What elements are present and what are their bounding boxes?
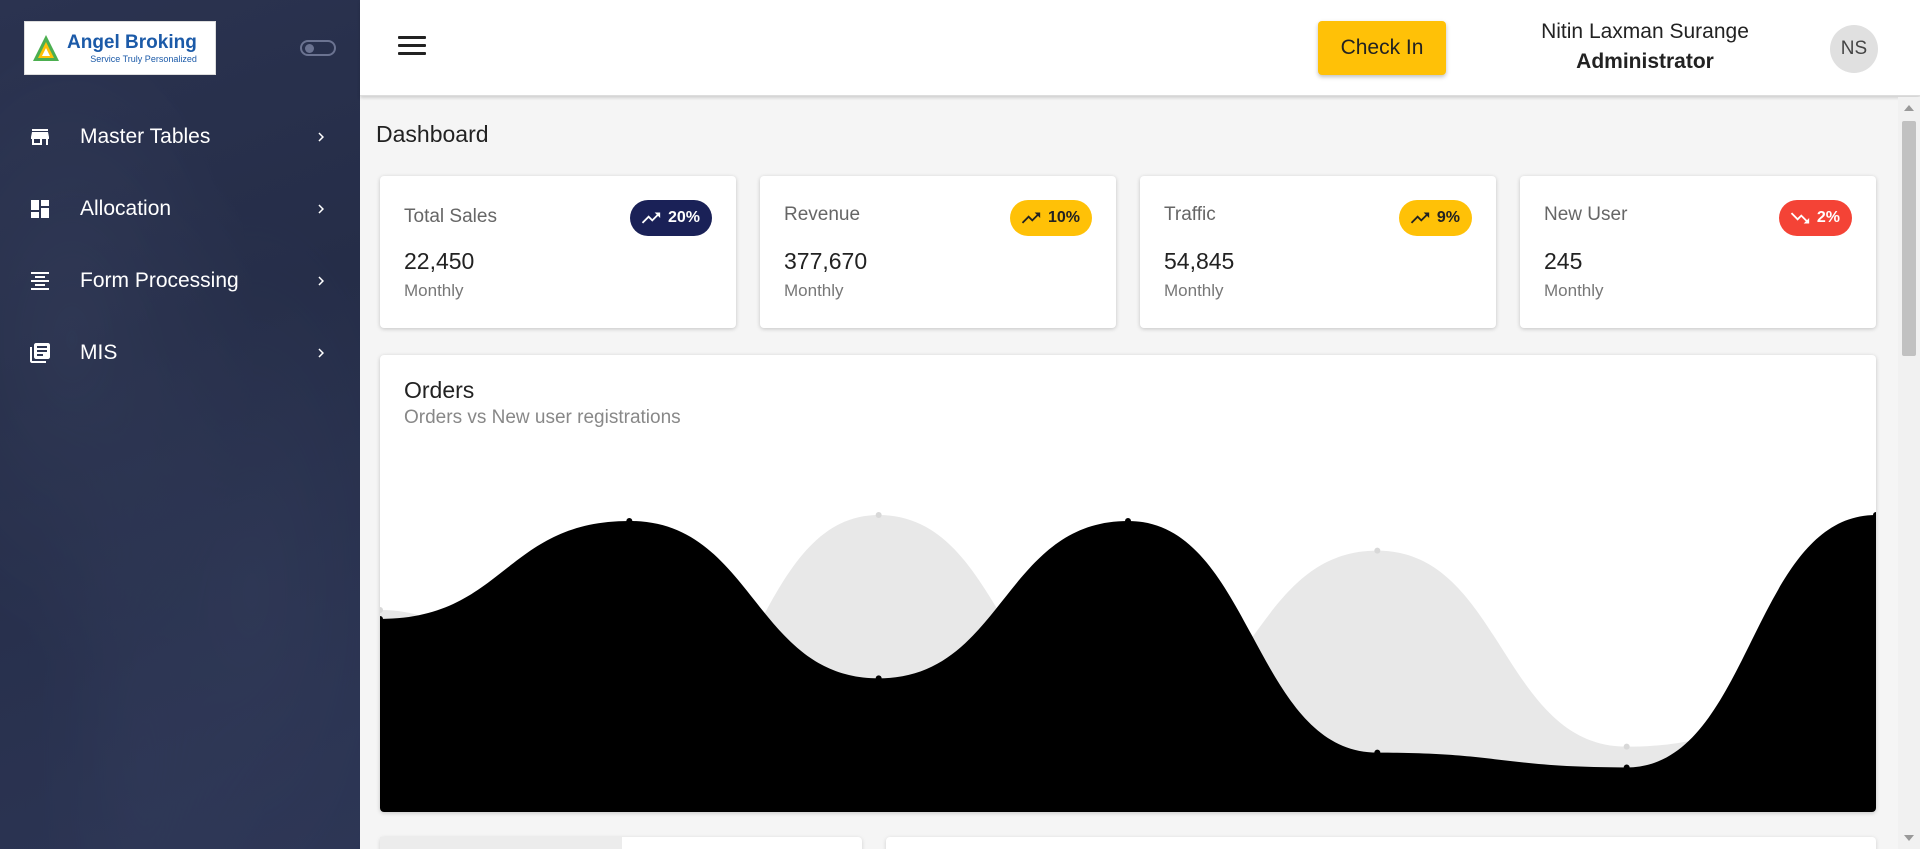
user-info: Nitin Laxman Surange Administrator xyxy=(1530,20,1760,74)
brand-tagline: Service Truly Personalized xyxy=(90,53,197,64)
stat-value: 377,670 xyxy=(784,248,868,274)
stat-period: Monthly xyxy=(404,281,464,300)
trending-down-icon xyxy=(1790,212,1810,224)
brand-logo[interactable]: Angel Broking Service Truly Personalized xyxy=(24,21,216,75)
bottom-card-left xyxy=(380,837,862,849)
scroll-down-arrow[interactable] xyxy=(1904,835,1914,841)
avatar[interactable]: NS xyxy=(1830,25,1878,73)
top-header: Check In Nitin Laxman Surange Administra… xyxy=(360,0,1920,96)
status-badge: 2% xyxy=(1778,200,1852,236)
main-content: Dashboard Total Sales 22,450 Monthly 20%… xyxy=(360,97,1900,849)
menu-icon[interactable] xyxy=(398,36,426,60)
tab-active[interactable] xyxy=(380,837,622,849)
sidebar-nav: Master Tables Allocation Form Processing xyxy=(0,101,360,389)
toggle-knob xyxy=(305,44,314,53)
store-icon xyxy=(31,129,49,145)
chart-series-1-point-2[interactable] xyxy=(875,512,882,518)
user-role: Administrator xyxy=(1576,50,1714,73)
align-center-icon xyxy=(31,272,49,290)
page-title: Dashboard xyxy=(376,121,489,147)
library-books-icon xyxy=(30,343,50,363)
chart-series-0-point-3[interactable] xyxy=(1125,517,1131,524)
stat-card-traffic: Traffic 54,845 Monthly 9% xyxy=(1140,176,1496,328)
sidebar-item-form-processing[interactable]: Form Processing xyxy=(0,245,360,317)
brand-name: Angel Broking xyxy=(67,31,197,53)
stat-card-total-sales: Total Sales 22,450 Monthly 20% xyxy=(380,176,736,328)
check-in-button[interactable]: Check In xyxy=(1318,21,1446,75)
trending-up-icon xyxy=(1021,212,1041,224)
angel-logo-icon xyxy=(31,33,61,63)
sidebar-item-mis[interactable]: MIS xyxy=(0,317,360,389)
stat-title: Revenue xyxy=(784,204,861,225)
badge-label: 2% xyxy=(1816,209,1840,226)
stat-title: Traffic xyxy=(1164,204,1216,225)
chevron-right-icon xyxy=(318,132,324,142)
sidebar-item-label: Allocation xyxy=(80,197,172,220)
stat-period: Monthly xyxy=(1544,281,1604,300)
status-badge: 10% xyxy=(1009,200,1092,236)
page-scrollbar[interactable] xyxy=(1898,97,1920,849)
status-badge: 20% xyxy=(629,200,712,236)
stat-value: 22,450 xyxy=(404,248,475,274)
theme-toggle[interactable] xyxy=(300,40,336,56)
stat-period: Monthly xyxy=(784,281,844,300)
stat-title: New User xyxy=(1544,204,1628,225)
sidebar: Angel Broking Service Truly Personalized… xyxy=(0,0,360,849)
orders-chart-card: Orders Orders vs New user registrations xyxy=(380,355,1876,812)
badge-label: 9% xyxy=(1436,209,1460,226)
sidebar-item-label: Master Tables xyxy=(80,125,211,148)
chart-series-1-point-4[interactable] xyxy=(1374,547,1381,554)
stat-card-revenue: Revenue 377,670 Monthly 10% xyxy=(760,176,1116,328)
badge-label: 10% xyxy=(1047,209,1080,226)
dashboard-icon xyxy=(31,200,49,218)
chevron-right-icon xyxy=(318,204,324,214)
chart-series-0-point-5[interactable] xyxy=(1623,764,1630,771)
stat-period: Monthly xyxy=(1164,281,1224,300)
scroll-thumb[interactable] xyxy=(1902,121,1916,356)
status-badge: 9% xyxy=(1398,200,1472,236)
chart-series-0-area xyxy=(380,515,1876,812)
stat-value: 245 xyxy=(1544,248,1583,274)
chevron-right-icon xyxy=(318,276,324,286)
stat-value: 54,845 xyxy=(1164,248,1235,274)
chart-subtitle: Orders vs New user registrations xyxy=(404,407,681,428)
chart-title: Orders xyxy=(404,377,475,403)
bottom-card-right xyxy=(886,837,1876,849)
chart-series-0-point-1[interactable] xyxy=(626,517,633,524)
trending-up-icon xyxy=(641,212,661,224)
stat-title: Total Sales xyxy=(404,206,497,227)
sidebar-item-label: Form Processing xyxy=(80,269,239,292)
scroll-up-arrow[interactable] xyxy=(1904,105,1914,111)
chart-series-1-point-5[interactable] xyxy=(1623,743,1630,750)
sidebar-item-master-tables[interactable]: Master Tables xyxy=(0,101,360,173)
chart-series-0-point-2[interactable] xyxy=(875,675,882,682)
stat-card-new-user: New User 245 Monthly 2% xyxy=(1520,176,1876,328)
sidebar-item-label: MIS xyxy=(80,341,118,364)
chevron-right-icon xyxy=(318,348,324,358)
badge-label: 20% xyxy=(667,209,700,226)
chart-series-0-point-4[interactable] xyxy=(1374,749,1381,756)
trending-up-icon xyxy=(1410,212,1430,224)
user-name: Nitin Laxman Surange xyxy=(1541,20,1749,43)
sidebar-item-allocation[interactable]: Allocation xyxy=(0,173,360,245)
